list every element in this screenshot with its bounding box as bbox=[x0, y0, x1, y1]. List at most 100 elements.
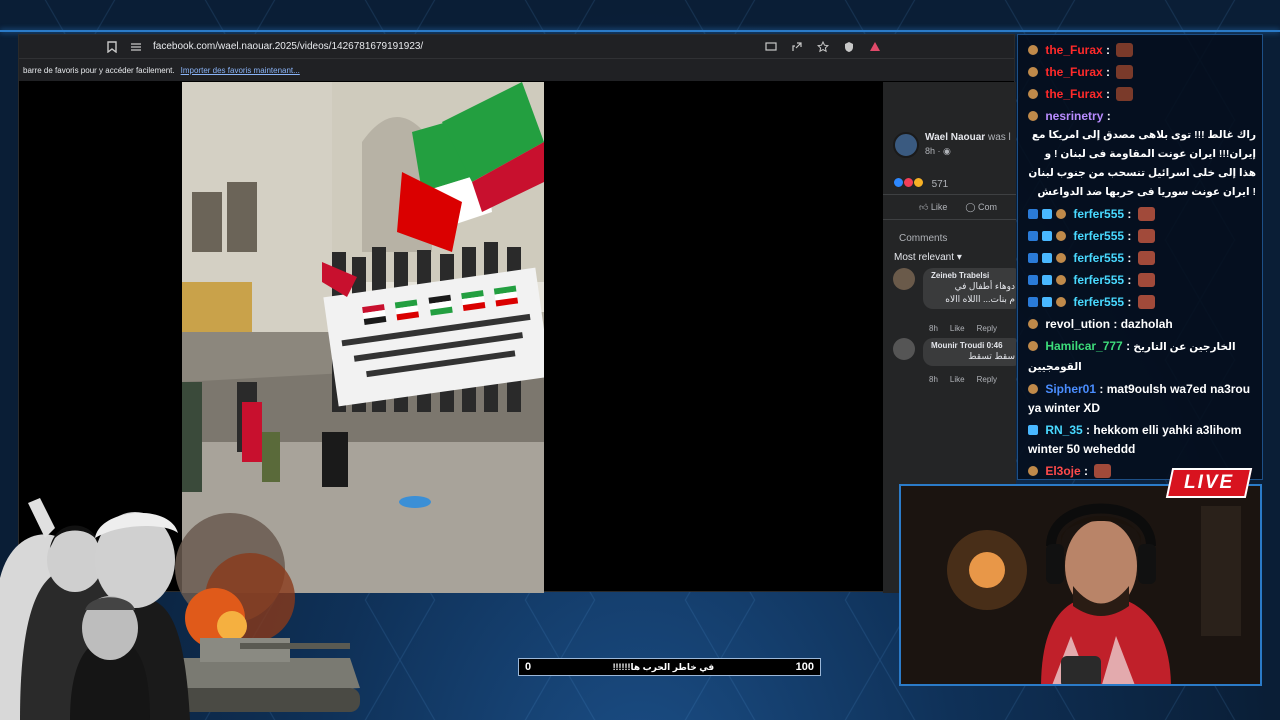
viewer-badge-icon bbox=[1028, 319, 1038, 329]
chat-username[interactable]: ferfer555 bbox=[1073, 273, 1124, 287]
chat-username[interactable]: RN_35 bbox=[1045, 423, 1082, 437]
chat-username[interactable]: Hamilcar_777 bbox=[1045, 339, 1122, 353]
chat-username[interactable]: the_Furax bbox=[1045, 87, 1102, 101]
chat-username[interactable]: nesrinetry bbox=[1045, 109, 1103, 123]
chat-message: the_Furax : bbox=[1028, 85, 1256, 104]
reactions-count: 571 bbox=[931, 178, 949, 190]
chat-message: Hamilcar_777 : الخارجين عن التاريخ القوم… bbox=[1028, 339, 1236, 373]
chat-message: ferfer555 : bbox=[1028, 271, 1256, 290]
poll-bar: 0 في خاطر الحرب ها!!!!!! 100 bbox=[518, 658, 821, 676]
commenter-avatar[interactable] bbox=[893, 338, 915, 360]
emote-icon bbox=[1137, 251, 1155, 265]
star-icon[interactable] bbox=[816, 40, 830, 54]
comment-text: سقط تسقط bbox=[968, 351, 1015, 361]
prime-badge-icon bbox=[1028, 209, 1038, 219]
comment-text: دوهاء أطفال في bbox=[954, 281, 1015, 291]
share-icon[interactable] bbox=[790, 40, 804, 54]
reactions-summary[interactable]: 571 bbox=[893, 177, 948, 191]
viewer-badge-icon bbox=[1056, 253, 1066, 263]
commenter-name[interactable]: Zeineb Trabelsi bbox=[931, 271, 1015, 280]
chat-username[interactable]: El3oje bbox=[1045, 464, 1080, 478]
comments-heading: Comments bbox=[899, 233, 948, 244]
author-name[interactable]: Wael Naouar bbox=[925, 132, 985, 143]
chat-username[interactable]: ferfer555 bbox=[1073, 207, 1124, 221]
viewer-badge-icon bbox=[1028, 111, 1038, 121]
like-button[interactable]: 👍︎ Like bbox=[919, 202, 947, 213]
frame-line-top bbox=[0, 30, 1280, 32]
shield-icon[interactable] bbox=[842, 40, 856, 54]
emote-icon bbox=[1137, 295, 1155, 309]
author-suffix: was l bbox=[987, 132, 1011, 143]
post-actions: 👍︎ Like ◯ Com bbox=[883, 194, 1016, 220]
commenter-name[interactable]: Mounir Troudi bbox=[931, 341, 984, 350]
url-field[interactable]: facebook.com/wael.naouar.2025/videos/142… bbox=[153, 41, 754, 52]
extension-icon[interactable] bbox=[868, 40, 882, 54]
author-avatar[interactable] bbox=[893, 132, 919, 158]
sub-badge-icon bbox=[1042, 297, 1052, 307]
emote-icon bbox=[1116, 43, 1134, 57]
streamer-image bbox=[901, 486, 1260, 684]
chat-message: ferfer555 : bbox=[1028, 227, 1256, 246]
stream-chat: the_Furax : the_Furax : the_Furax : nesr… bbox=[1017, 34, 1263, 480]
comment-like-link[interactable]: Like bbox=[950, 324, 965, 333]
chat-message: ferfer555 : bbox=[1028, 249, 1256, 268]
chat-text: dazholah bbox=[1120, 317, 1173, 331]
chat-text: راك غالط !!! توى بلاهى مصدق إلى امريكا م… bbox=[1028, 129, 1256, 198]
sort-dropdown[interactable]: Most relevant ▾ bbox=[894, 252, 962, 263]
site-info-icon[interactable] bbox=[129, 40, 143, 54]
chat-username[interactable]: the_Furax bbox=[1045, 65, 1102, 79]
webcam-feed bbox=[899, 484, 1262, 686]
viewer-badge-icon bbox=[1056, 209, 1066, 219]
emote-icon bbox=[1094, 464, 1112, 478]
comment-reply-link[interactable]: Reply bbox=[977, 324, 997, 333]
viewer-badge-icon bbox=[1056, 297, 1066, 307]
chat-username[interactable]: ferfer555 bbox=[1073, 251, 1124, 265]
chat-username[interactable]: the_Furax bbox=[1045, 43, 1102, 57]
sub-badge-icon bbox=[1042, 209, 1052, 219]
comment-item: Mounir Troudi 0:46 سقط تسقط bbox=[893, 338, 1016, 366]
viewer-badge-icon bbox=[1028, 45, 1038, 55]
bookmark-icon[interactable] bbox=[105, 40, 119, 54]
prime-badge-icon bbox=[1028, 253, 1038, 263]
commenter-avatar[interactable] bbox=[893, 268, 915, 290]
chat-message: revol_ution : dazholah bbox=[1028, 315, 1256, 334]
poll-max: 100 bbox=[795, 661, 814, 673]
emote-icon bbox=[1116, 65, 1134, 79]
care-reaction-icon bbox=[912, 177, 924, 188]
viewer-badge-icon bbox=[1028, 466, 1038, 476]
viewer-badge-icon bbox=[1028, 67, 1038, 77]
emote-icon bbox=[1137, 207, 1155, 221]
chat-message: the_Furax : bbox=[1028, 63, 1256, 82]
comment-text: م بنات... االلاه االاه bbox=[945, 294, 1015, 304]
comment-reply-link[interactable]: Reply bbox=[977, 375, 997, 384]
chat-message: ferfer555 : bbox=[1028, 293, 1256, 312]
chat-username[interactable]: Sipher01 bbox=[1045, 382, 1096, 396]
bookmarks-bar: barre de favoris pour y accéder facileme… bbox=[19, 59, 1014, 81]
poll-title: في خاطر الحرب ها!!!!!! bbox=[612, 661, 715, 672]
post-time[interactable]: 8h · bbox=[925, 146, 941, 156]
chat-message: nesrinetry : راك غالط !!! توى بلاهى مصدق… bbox=[1028, 107, 1256, 202]
chevron-down-icon: ▾ bbox=[956, 252, 962, 263]
emote-icon bbox=[1137, 273, 1155, 287]
live-badge: LIVE bbox=[1165, 468, 1253, 498]
cast-icon[interactable] bbox=[764, 40, 778, 54]
chat-username[interactable]: ferfer555 bbox=[1073, 295, 1124, 309]
comment-button[interactable]: ◯ Com bbox=[965, 202, 997, 213]
viewer-badge-icon bbox=[1028, 89, 1038, 99]
chat-message: the_Furax : bbox=[1028, 41, 1256, 60]
chat-message: Sipher01 : mat9oulsh wa7ed na3rou ya win… bbox=[1028, 382, 1251, 415]
prime-badge-icon bbox=[1028, 231, 1038, 241]
emote-icon bbox=[1137, 229, 1155, 243]
sub-badge-icon bbox=[1042, 253, 1052, 263]
voice-duration: 0:46 bbox=[986, 341, 1003, 350]
chat-username[interactable]: revol_ution bbox=[1045, 317, 1110, 331]
sub-badge-icon bbox=[1028, 425, 1038, 435]
poll-min: 0 bbox=[525, 661, 532, 673]
sub-badge-icon bbox=[1042, 231, 1052, 241]
import-bookmarks-link[interactable]: Importer des favoris maintenant... bbox=[181, 66, 300, 75]
chat-username[interactable]: ferfer555 bbox=[1073, 229, 1124, 243]
chat-message: ferfer555 : bbox=[1028, 205, 1256, 224]
viewer-badge-icon bbox=[1028, 384, 1038, 394]
comment-like-link[interactable]: Like bbox=[950, 375, 965, 384]
globe-icon: ◉ bbox=[943, 146, 951, 156]
